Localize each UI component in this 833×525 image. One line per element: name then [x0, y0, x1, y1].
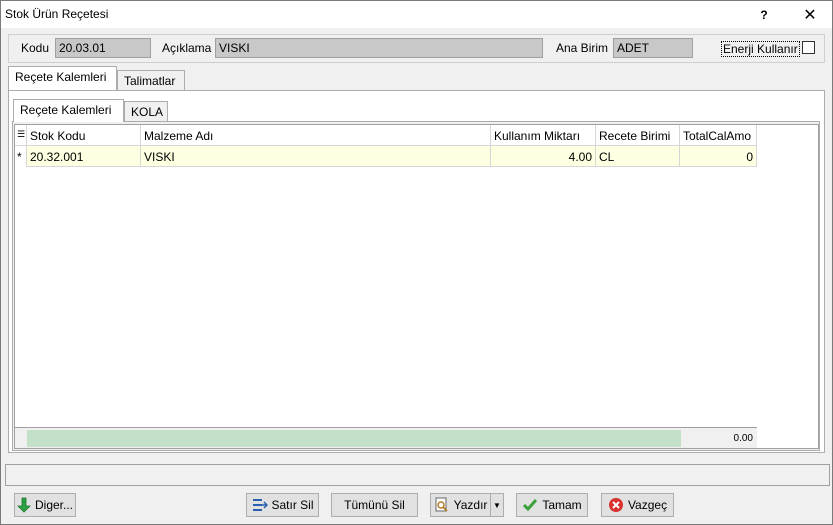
print-preview-icon — [434, 497, 450, 513]
tab-kola[interactable]: KOLA — [124, 101, 168, 122]
status-bar — [5, 464, 830, 486]
aciklama-label: Açıklama — [162, 41, 212, 55]
grid-footer: 0.00 — [15, 427, 757, 448]
checkmark-icon — [522, 497, 538, 513]
yazdir-label: Yazdır — [453, 498, 488, 512]
tab-label: KOLA — [131, 105, 164, 119]
vazgec-label: Vazgeç — [627, 498, 668, 512]
window-title: Stok Ürün Reçetesi — [5, 7, 109, 21]
kodu-label: Kodu — [21, 41, 50, 55]
help-button[interactable]: ? — [741, 1, 787, 28]
tamam-label: Tamam — [542, 498, 582, 512]
tamam-button[interactable]: Tamam — [516, 493, 588, 517]
footer-summary-bar — [27, 430, 681, 447]
column-header-recete-birimi[interactable]: Recete Birimi — [596, 125, 680, 146]
cell-stok-kodu[interactable]: 20.32.001 — [27, 146, 141, 167]
yazdir-button[interactable]: Yazdır — [430, 493, 491, 517]
ana-birim-field[interactable]: ADET — [613, 38, 693, 58]
vazgec-button[interactable]: Vazgeç — [601, 493, 674, 517]
ana-birim-label: Ana Birim — [556, 41, 609, 55]
column-header-malzeme-adi[interactable]: Malzeme Adı — [141, 125, 491, 146]
recipe-grid: ☰ Stok Kodu Malzeme Adı Kullanım Miktarı… — [14, 124, 819, 449]
diger-label: Diger... — [35, 498, 74, 512]
satir-sil-label: Satır Sil — [271, 498, 314, 512]
tab-talimatlar[interactable]: Talimatlar — [117, 70, 185, 91]
tab-label: Reçete Kalemleri — [15, 70, 107, 84]
tab-inner-recete-kalemleri[interactable]: Reçete Kalemleri — [13, 99, 124, 122]
cell-malzeme-adi[interactable]: VISKI — [141, 146, 491, 167]
arrow-down-icon — [17, 497, 31, 513]
delete-row-icon — [252, 497, 268, 513]
diger-button[interactable]: Diger... — [14, 493, 76, 517]
enerji-kullanir-checkbox[interactable] — [802, 41, 815, 54]
kodu-field[interactable]: 20.03.01 — [55, 38, 151, 58]
footer-total: 0.00 — [681, 430, 756, 447]
column-header-total-cal-amo[interactable]: TotalCalAmo — [680, 125, 757, 146]
yazdir-dropdown-icon[interactable]: ▼ — [490, 493, 504, 517]
tumunu-sil-button[interactable]: Tümünü Sil — [331, 493, 418, 517]
column-header-stok-kodu[interactable]: Stok Kodu — [27, 125, 141, 146]
satir-sil-button[interactable]: Satır Sil — [246, 493, 319, 517]
row-selector-icon[interactable]: ☰ — [15, 125, 27, 146]
row-marker: * — [15, 146, 27, 167]
tab-label: Reçete Kalemleri — [20, 103, 112, 117]
dialog-window: Stok Ürün Reçetesi ? ✕ Kodu 20.03.01 Açı… — [0, 0, 833, 525]
aciklama-field[interactable]: VISKI — [215, 38, 543, 58]
tab-recete-kalemleri[interactable]: Reçete Kalemleri — [8, 66, 117, 90]
tab-label: Talimatlar — [124, 74, 176, 88]
cell-total-cal-amo[interactable]: 0 — [680, 146, 757, 167]
cell-recete-birimi[interactable]: CL — [596, 146, 680, 167]
column-header-kullanim-miktari[interactable]: Kullanım Miktarı — [491, 125, 596, 146]
title-bar: Stok Ürün Reçetesi ? ✕ — [1, 1, 832, 28]
close-button[interactable]: ✕ — [787, 1, 833, 28]
inner-panel: ☰ Stok Kodu Malzeme Adı Kullanım Miktarı… — [12, 121, 820, 451]
recete-kalemleri-panel: Reçete Kalemleri KOLA ☰ Stok Kodu Malzem… — [8, 90, 825, 453]
table-row[interactable]: * 20.32.001 VISKI 4.00 CL 0 — [15, 146, 757, 167]
enerji-kullanir-label[interactable]: Enerji Kullanır — [721, 41, 800, 57]
cell-kullanim-miktari[interactable]: 4.00 — [491, 146, 596, 167]
cancel-icon — [608, 497, 624, 513]
tumunu-sil-label: Tümünü Sil — [344, 498, 405, 512]
grid-header: ☰ Stok Kodu Malzeme Adı Kullanım Miktarı… — [15, 125, 757, 146]
